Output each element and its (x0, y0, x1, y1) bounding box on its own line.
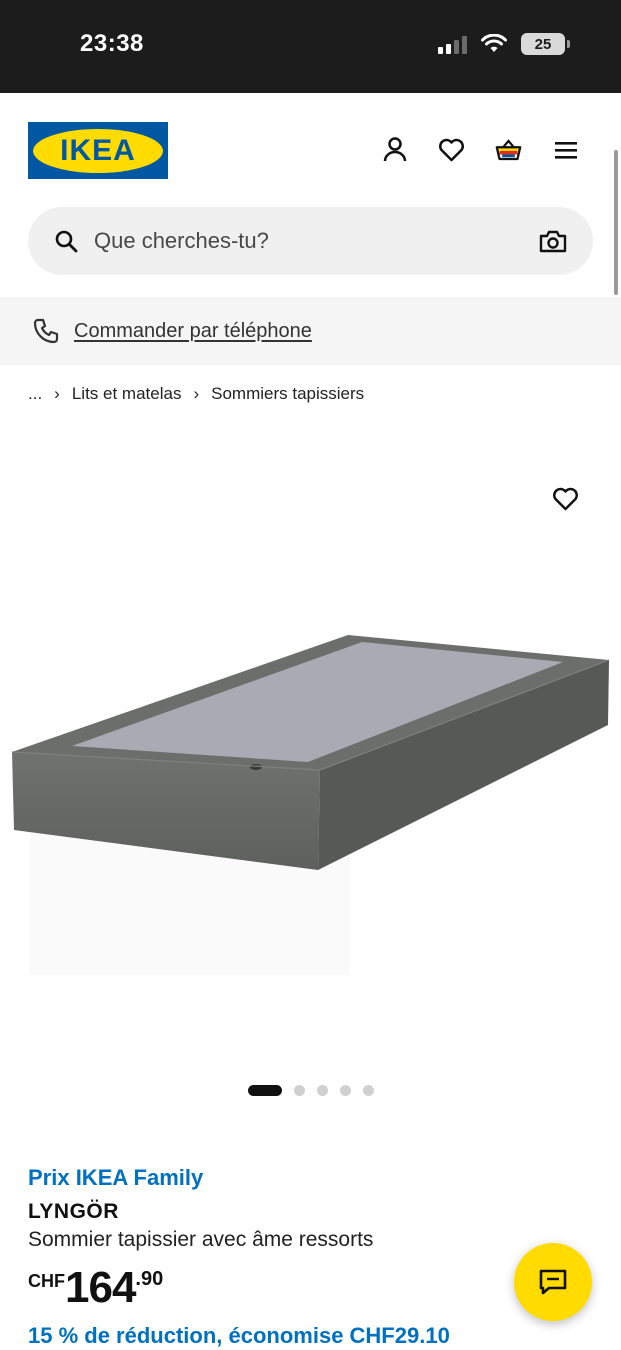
heart-icon[interactable] (552, 487, 579, 511)
chat-button[interactable] (514, 1243, 592, 1321)
chat-bubble-icon (539, 1269, 567, 1295)
cellular-signal-icon (438, 34, 467, 54)
search-input[interactable] (94, 228, 539, 254)
search-bar[interactable] (28, 207, 593, 275)
phone-order-bar: Commander par téléphone (0, 297, 621, 365)
phone-order-link[interactable]: Commander par téléphone (74, 320, 312, 343)
status-icons: 25 (438, 33, 570, 55)
ikea-family-price-label: Prix IKEA Family (28, 1165, 204, 1190)
header-actions (381, 136, 579, 163)
chevron-right-icon: › (193, 384, 200, 403)
phone-icon (33, 318, 59, 344)
product-description: Sommier tapissier avec âme ressorts (28, 1228, 374, 1251)
breadcrumb-item-sommiers-tapissiers[interactable]: Sommiers tapissiers (211, 384, 364, 404)
wifi-icon (481, 34, 507, 52)
discount-text: 15 % de réduction, économise CHF29.10 (28, 1323, 450, 1348)
carousel-indicator (248, 1085, 374, 1096)
carousel-dot[interactable] (317, 1085, 328, 1096)
add-to-wishlist-button[interactable] (550, 484, 580, 514)
product-price: CHF 164 .90 (28, 1263, 163, 1313)
status-time: 23:38 (80, 30, 144, 57)
account-icon[interactable] (381, 136, 408, 163)
wishlist-heart-icon[interactable] (438, 136, 465, 163)
breadcrumb-item-lits-et-matelas[interactable]: Lits et matelas (72, 384, 182, 404)
carousel-dot-active[interactable] (248, 1085, 282, 1096)
site-header: IKEA (0, 93, 621, 297)
price-decimal: .90 (135, 1268, 164, 1290)
breadcrumb-ellipsis[interactable]: ... (28, 384, 42, 404)
battery-icon: 25 (521, 33, 570, 55)
ikea-logo[interactable]: IKEA (28, 122, 168, 179)
price-integer: 164 (65, 1263, 136, 1312)
search-icon[interactable] (54, 229, 78, 253)
carousel-dot[interactable] (340, 1085, 351, 1096)
menu-icon[interactable] (552, 136, 579, 163)
logo-text: IKEA (60, 133, 136, 167)
product-name: LYNGÖR (28, 1200, 119, 1223)
carousel-dot[interactable] (363, 1085, 374, 1096)
shopping-bag-icon[interactable] (495, 136, 522, 163)
price-currency: CHF (28, 1271, 65, 1291)
page-scrollbar[interactable] (614, 150, 618, 295)
status-bar: 23:38 25 (0, 0, 621, 93)
carousel-dot[interactable] (294, 1085, 305, 1096)
breadcrumb: ... › Lits et matelas › Sommiers tapissi… (28, 384, 364, 404)
camera-search-icon[interactable] (539, 229, 567, 253)
chevron-right-icon: › (54, 384, 60, 403)
product-image[interactable] (0, 430, 621, 1070)
logo-ellipse: IKEA (33, 128, 163, 173)
